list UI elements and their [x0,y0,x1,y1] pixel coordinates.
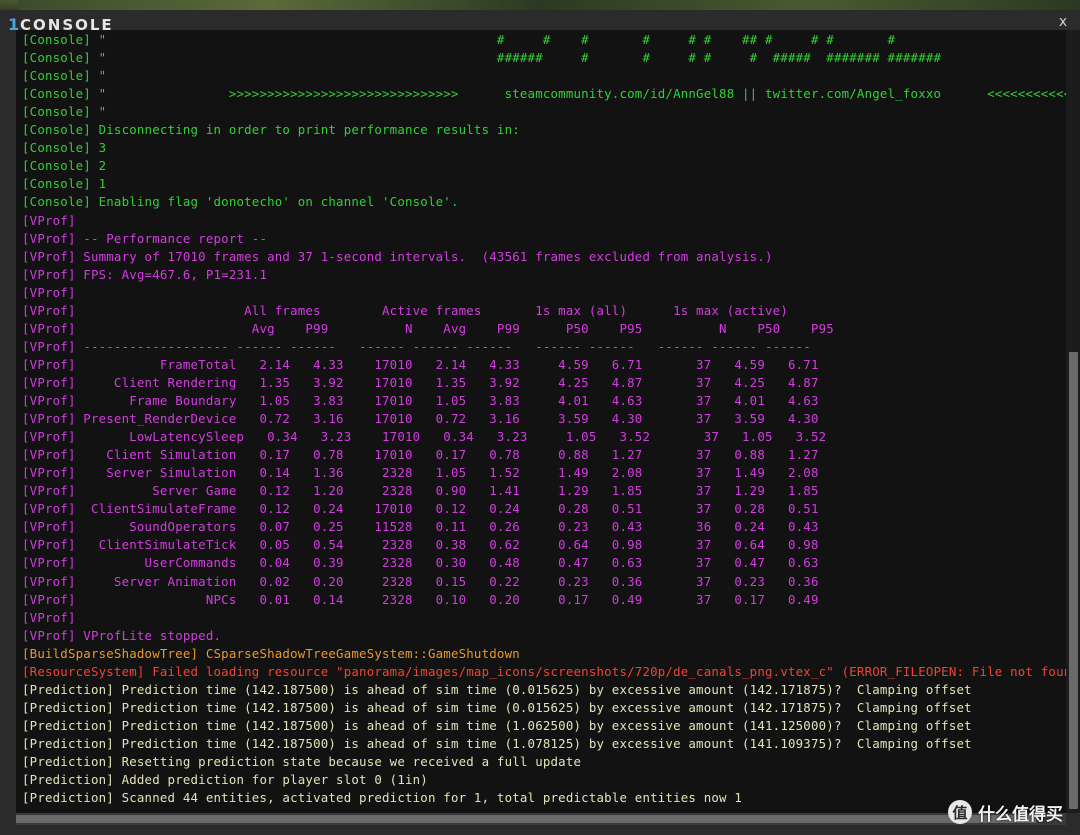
log-line: [VProf] Server Simulation 0.14 1.36 2328… [22,465,819,481]
log-line: [VProf] ClientSimulateFrame 0.12 0.24 17… [22,501,819,517]
log-line: [VProf] ClientSimulateTick 0.05 0.54 232… [22,537,819,553]
log-line: [VProf] Frame Boundary 1.05 3.83 17010 1… [22,393,819,408]
log-line: [VProf] SoundOperators 0.07 0.25 11528 0… [22,519,819,535]
log-line: [Prediction] Scanned 44 entities, activa… [22,790,743,806]
console-log-output[interactable]: [Console] " # # # # # # ## # # # # [Conso… [16,30,1066,813]
game-background-top [0,0,1080,10]
log-line: [VProf] [22,609,76,625]
log-line: [Prediction] Prediction time (142.187500… [22,735,972,751]
log-line: [Prediction] Prediction time (142.187500… [22,681,972,697]
log-line: [VProf] NPCs 0.01 0.14 2328 0.10 0.20 0.… [22,591,819,607]
log-line: [Console] " # # # # # # ## # # # # [22,32,896,47]
log-line: [Console] " [22,68,107,84]
log-line: [VProf] LowLatencySleep 0.34 3.23 17010 … [22,429,827,445]
log-line: [VProf] Avg P99 N Avg P99 P50 P95 N P50 … [22,320,834,336]
horizontal-scrollbar-thumb[interactable] [16,815,1036,823]
log-line: [VProf] FrameTotal 2.14 4.33 17010 2.14 … [22,356,819,372]
log-line: [VProf] VProfLite stopped. [22,627,222,643]
log-line: [ResourceSystem] Failed loading resource… [22,663,1066,679]
log-line: [VProf] Present_RenderDevice 0.72 3.16 1… [22,411,819,427]
log-line: [VProf] Client Simulation 0.17 0.78 1701… [22,447,819,463]
log-line: [VProf] Server Animation 0.02 0.20 2328 … [22,573,819,589]
vertical-scrollbar-thumb[interactable] [1069,352,1078,809]
log-line: [Console] Enabling flag 'donotecho' on c… [22,194,459,210]
watermark-logo-icon: 值 [948,800,972,824]
log-line: [VProf] Server Game 0.12 1.20 2328 0.90 … [22,483,819,499]
log-line: [Console] 3 [22,140,107,156]
watermark: 值 什么值得买 [948,797,1063,827]
log-line: [VProf] ------------------- ------ -----… [22,338,811,354]
log-line: [Console] " [22,104,107,120]
log-line: [VProf] [22,212,76,228]
log-line: [VProf] -- Performance report -- [22,230,268,246]
log-line: [Console] " >>>>>>>>>>>>>>>>>>>>>>>>>>>>… [22,86,1066,102]
log-line: [VProf] UserCommands 0.04 0.39 2328 0.30… [22,555,819,571]
log-line: [Console] " ###### # # # # # ##### #####… [22,50,942,66]
log-line: [Console] Disconnecting in order to prin… [22,122,520,138]
log-line: [Prediction] Prediction time (142.187500… [22,717,972,733]
watermark-text: 什么值得买 [978,804,1063,825]
log-line: [Prediction] Resetting prediction state … [22,754,582,769]
log-line: [Prediction] Added prediction for player… [22,772,428,788]
log-line: [VProf] Client Rendering 1.35 3.92 17010… [22,374,819,390]
log-line: [Prediction] Prediction time (142.187500… [22,699,972,715]
log-line: [Console] 2 [22,158,107,174]
log-line: [BuildSparseShadowTree] CSparseShadowTre… [22,645,520,661]
log-line: [VProf] FPS: Avg=467.6, P1=231.1 [22,266,268,282]
log-line: [VProf] [22,284,76,300]
log-line: [VProf] Summary of 17010 frames and 37 1… [22,248,773,264]
log-line: [Console] 1 [22,176,107,192]
log-line: [VProf] All frames Active frames 1s max … [22,302,788,318]
